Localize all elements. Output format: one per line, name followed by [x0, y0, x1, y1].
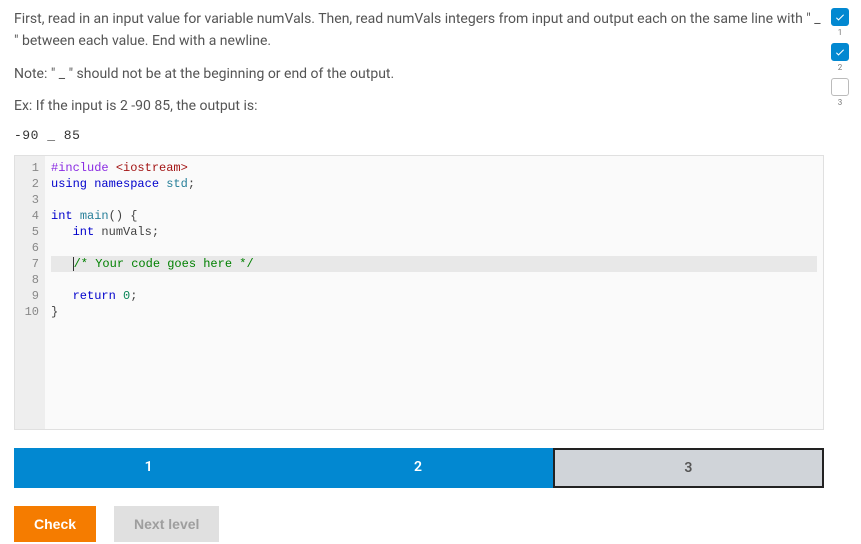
code-line[interactable]: return 0;: [51, 288, 817, 304]
step-tabs: 123: [14, 448, 824, 488]
example-output: -90 _ 85: [14, 128, 824, 143]
step-tab-2[interactable]: 2: [283, 448, 552, 488]
check-icon: [834, 46, 846, 58]
gutter-line-number: 6: [15, 240, 39, 256]
check-button[interactable]: Check: [14, 506, 96, 542]
action-buttons-row: Check Next level: [14, 506, 824, 542]
instruction-paragraph: First, read in an input value for variab…: [14, 8, 824, 53]
side-progress: 1 2 3: [829, 8, 851, 111]
code-line[interactable]: [51, 192, 817, 208]
progress-label: 2: [838, 63, 843, 72]
code-line[interactable]: /* Your code goes here */: [51, 256, 817, 272]
progress-box-1[interactable]: [831, 8, 849, 26]
instruction-example-intro: Ex: If the input is 2 -90 85, the output…: [14, 95, 824, 117]
gutter-line-number: 3: [15, 192, 39, 208]
gutter-line-number: 1: [15, 160, 39, 176]
problem-instructions: First, read in an input value for variab…: [14, 8, 824, 118]
progress-label: 3: [838, 98, 843, 107]
step-tab-3[interactable]: 3: [553, 448, 824, 488]
gutter-line-number: 8: [15, 272, 39, 288]
gutter-line-number: 4: [15, 208, 39, 224]
next-level-button: Next level: [114, 506, 219, 542]
code-line[interactable]: [51, 272, 817, 288]
gutter-line-number: 9: [15, 288, 39, 304]
code-editor[interactable]: 12345678910 #include <iostream>using nam…: [14, 155, 824, 430]
check-icon: [834, 11, 846, 23]
code-line[interactable]: int numVals;: [51, 224, 817, 240]
code-line[interactable]: }: [51, 304, 817, 320]
code-line[interactable]: int main() {: [51, 208, 817, 224]
gutter-line-number: 7: [15, 256, 39, 272]
gutter-line-number: 10: [15, 304, 39, 320]
gutter-line-number: 2: [15, 176, 39, 192]
step-tab-1[interactable]: 1: [14, 448, 283, 488]
progress-label: 1: [838, 28, 843, 37]
code-line[interactable]: #include <iostream>: [51, 160, 817, 176]
editor-gutter: 12345678910: [15, 156, 45, 429]
editor-code-area[interactable]: #include <iostream>using namespace std; …: [45, 156, 823, 429]
progress-box-3[interactable]: [831, 78, 849, 96]
gutter-line-number: 5: [15, 224, 39, 240]
code-line[interactable]: using namespace std;: [51, 176, 817, 192]
progress-box-2[interactable]: [831, 43, 849, 61]
instruction-note: Note: " _ " should not be at the beginni…: [14, 63, 824, 85]
code-line[interactable]: [51, 240, 817, 256]
